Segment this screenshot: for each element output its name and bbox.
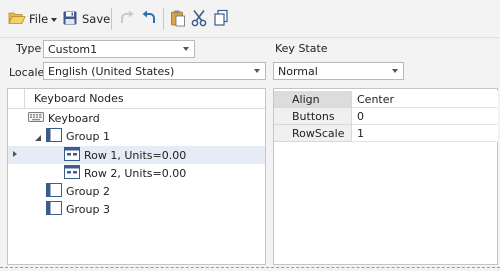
property-value[interactable]: 0 xyxy=(352,108,498,125)
tree-node-label: Row 1, Units=0.00 xyxy=(84,148,187,162)
scissors-icon xyxy=(191,9,207,30)
chevron-down-icon xyxy=(51,18,58,22)
property-row[interactable]: RowScale 1 xyxy=(274,125,498,142)
chevron-down-icon[interactable] xyxy=(249,63,265,79)
toolbar: File Save xyxy=(0,0,500,38)
save-label: Save xyxy=(82,12,111,26)
tree-node-group-3[interactable]: Group 3 xyxy=(46,200,110,218)
file-menu-label: File xyxy=(29,12,49,26)
save-button[interactable]: Save xyxy=(62,8,110,30)
copy-button[interactable] xyxy=(213,8,229,30)
property-value[interactable]: Center xyxy=(352,91,498,108)
type-label: Type xyxy=(16,42,42,55)
tree-node-label: Group 2 xyxy=(66,184,110,198)
tree-node-label: Row 2, Units=0.00 xyxy=(84,166,187,180)
focused-row-indicator xyxy=(13,151,17,157)
tree-node-group-2[interactable]: Group 2 xyxy=(46,182,110,200)
tree-indicator-column xyxy=(8,89,25,109)
key-state-value: Normal xyxy=(278,64,318,78)
expanded-triangle-icon[interactable] xyxy=(34,132,42,141)
tree-node-label: Group 3 xyxy=(66,202,110,216)
tree-header: Keyboard Nodes xyxy=(8,89,265,109)
tree-header-label: Keyboard Nodes xyxy=(34,92,124,105)
locale-value: English (United States) xyxy=(48,64,175,78)
group-icon xyxy=(46,182,62,200)
property-row[interactable]: Align Center xyxy=(274,91,498,108)
copy-icon xyxy=(213,9,229,30)
tree-node-row-1[interactable]: Row 1, Units=0.00 xyxy=(64,146,186,164)
key-state-label: Key State xyxy=(275,42,328,55)
chevron-down-icon[interactable] xyxy=(178,41,194,57)
cut-button[interactable] xyxy=(191,8,207,30)
property-grid[interactable]: Align Center Buttons 0 RowScale 1 xyxy=(273,88,498,265)
property-value[interactable]: 1 xyxy=(352,125,498,142)
toolbar-separator xyxy=(163,8,164,30)
tree-node-group-1[interactable]: Group 1 xyxy=(34,127,110,145)
group-icon xyxy=(46,200,62,218)
type-value: Custom1 xyxy=(48,42,98,56)
file-menu-button[interactable]: File xyxy=(8,8,58,30)
redo-button[interactable] xyxy=(118,8,136,30)
redo-icon xyxy=(118,9,136,30)
tree-node-label: Group 1 xyxy=(66,129,110,143)
property-name: Align xyxy=(274,91,352,108)
locale-combobox[interactable]: English (United States) xyxy=(43,62,266,80)
folder-open-icon xyxy=(8,10,26,29)
chevron-down-icon[interactable] xyxy=(387,63,403,79)
paste-icon xyxy=(170,9,186,30)
toolbar-separator xyxy=(111,8,112,30)
tree-node-row-2[interactable]: Row 2, Units=0.00 xyxy=(64,164,186,182)
keyboard-nodes-tree[interactable]: Keyboard Nodes Keyboard Group 1 Row 1, U… xyxy=(7,88,266,265)
tree-node-label: Keyboard xyxy=(48,111,100,125)
property-row[interactable]: Buttons 0 xyxy=(274,108,498,125)
keyboard-icon xyxy=(28,111,44,126)
property-name: Buttons xyxy=(274,108,352,125)
row-icon xyxy=(64,146,80,164)
undo-icon xyxy=(140,9,158,30)
group-icon xyxy=(46,127,62,145)
locale-label: Locale xyxy=(9,66,45,79)
bottom-divider xyxy=(0,267,500,268)
save-icon xyxy=(62,10,78,29)
paste-button[interactable] xyxy=(170,8,186,30)
undo-button[interactable] xyxy=(140,8,158,30)
tree-node-keyboard[interactable]: Keyboard xyxy=(28,109,100,127)
key-state-combobox[interactable]: Normal xyxy=(273,62,404,80)
property-name: RowScale xyxy=(274,125,352,142)
type-combobox[interactable]: Custom1 xyxy=(43,40,195,58)
row-icon xyxy=(64,164,80,182)
